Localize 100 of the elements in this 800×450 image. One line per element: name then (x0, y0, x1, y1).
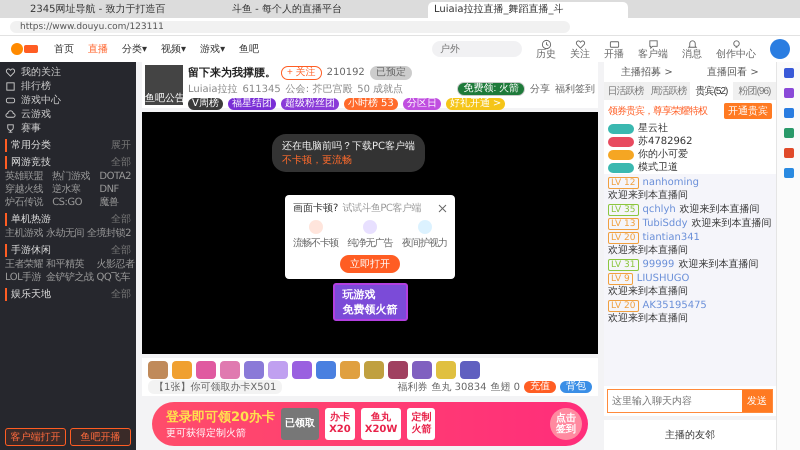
category-link[interactable]: 全境封锁2 (87, 227, 131, 240)
rank-tab[interactable]: 周活跃榜 (647, 82, 690, 100)
nav-link[interactable]: 分类▾ (122, 42, 148, 56)
avatar-label: 鱼吧 (145, 92, 165, 105)
vip-name: 你的小可爱 (638, 148, 688, 161)
more-link[interactable]: 全部 (111, 213, 131, 226)
bell-icon (686, 38, 698, 50)
sidebar-link[interactable]: 我的关注 (5, 66, 131, 79)
rank-tab[interactable]: 日活跃榜 (604, 82, 647, 100)
category-link[interactable]: 金铲铲之战 (46, 271, 94, 284)
room-badge[interactable]: 分区日 (402, 98, 441, 110)
nav-link[interactable]: 鱼吧 (239, 42, 260, 56)
panel-link[interactable]: 直播回看 > (707, 65, 759, 79)
category-link[interactable]: 穿越火线 (5, 183, 43, 196)
category-link[interactable]: 主机游戏 (5, 227, 43, 240)
browser-tab[interactable]: Luiaia拉拉直播_舞蹈直播_斗 (428, 2, 628, 18)
section-title: 单机热游 (11, 213, 51, 226)
category-link[interactable]: 热门游戏 (52, 170, 90, 183)
level-tag: LV 31 (608, 258, 638, 270)
room-badge[interactable]: 小时榜 53 (344, 98, 398, 110)
heart-icon (574, 38, 586, 50)
chat-user[interactable]: 99999 (642, 258, 674, 271)
sidebar-link[interactable]: 赛事 (5, 122, 131, 135)
panel-link[interactable]: 主播招募 > (621, 65, 673, 79)
category-link[interactable]: CS:GO (52, 196, 90, 209)
vip-promo-text: 领券贵宾，尊享荣耀特权 (608, 104, 707, 118)
free-rocket-button[interactable]: 免费领: 火箭 (457, 82, 525, 96)
toolbar-label[interactable]: 历史 (536, 50, 556, 60)
room-badge[interactable]: V周榜 (188, 98, 223, 110)
bubble-text: 还在电脑前吗？下载PC客户端 (282, 140, 416, 153)
rank-tab[interactable]: 贵宾(52) (690, 82, 733, 100)
chat-user[interactable]: TubiSddy (642, 217, 688, 230)
sidebar-link[interactable]: 游戏中心 (5, 94, 131, 107)
game-promo[interactable]: 玩游戏 免费领火箭 (332, 283, 408, 321)
toolbar-label[interactable]: 消息 (682, 50, 702, 60)
sidebar-button[interactable]: 客户端打开 (5, 428, 66, 446)
share-link[interactable]: 分享 (530, 82, 550, 96)
dialog-subtitle: 试试斗鱼PC客户端 (342, 202, 421, 215)
friends-title: 主播的友邻 (665, 428, 715, 442)
chat-message: 欢迎来到本直播间 (608, 189, 688, 202)
browser-tab[interactable]: 斗鱼 - 每个人的直播平台 (226, 2, 426, 18)
browser-tab[interactable]: 2345网址导航 - 致力于打造百 (24, 2, 224, 18)
chat-message: 欢迎来到本直播间 (608, 312, 688, 325)
category-link[interactable]: 炉石传说 (5, 196, 43, 209)
subscribe-button[interactable]: 已预定 (370, 66, 412, 80)
category-link[interactable]: QQ飞车 (96, 271, 134, 284)
room-badge[interactable]: 超级粉丝团 (280, 98, 339, 110)
category-link[interactable]: 王者荣耀 (5, 258, 43, 271)
bag-button[interactable]: 背包 (560, 380, 592, 392)
nav-link[interactable]: 直播 (88, 42, 108, 56)
category-link[interactable]: 英雄联盟 (5, 170, 43, 183)
section-title: 常用分类 (11, 139, 51, 152)
promo-banner[interactable]: 登录即可领20办卡 更可获得定制火箭 已领取 办卡 X20 鱼丸 X20W 定制 火箭 点击 签到 (152, 402, 588, 446)
more-link[interactable]: 全部 (111, 244, 131, 257)
room-badge[interactable]: 福星结团 (228, 98, 276, 110)
category-link[interactable]: DOTA2 (99, 170, 131, 183)
avatar[interactable] (770, 39, 790, 59)
heart-icon (5, 67, 16, 78)
follow-button[interactable]: + 关注 (281, 66, 322, 80)
category-link[interactable]: LOL手游 (5, 271, 43, 284)
rank-tab[interactable]: 粉团(96) (733, 82, 776, 100)
category-link[interactable]: 逆水寒 (52, 183, 90, 196)
level-tag: LV 12 (608, 176, 638, 188)
more-link[interactable]: 全部 (111, 156, 131, 169)
category-link[interactable]: 永劫无间 (46, 227, 84, 240)
level-tag: LV 35 (608, 204, 638, 216)
category-link[interactable]: DNF (99, 183, 131, 196)
address-bar[interactable]: https://www.douyu.com/123111 (10, 20, 570, 32)
reward-card: 鱼丸 X20W (360, 408, 402, 440)
nav-link[interactable]: 游戏▾ (200, 42, 226, 56)
chat-user[interactable]: AK35195475 (642, 299, 707, 312)
nav-link[interactable]: 视频▾ (161, 42, 186, 56)
toolbar-label[interactable]: 创作中心 (716, 50, 756, 60)
vip-name: 模式卫道 (638, 161, 678, 174)
close-button[interactable] (438, 204, 447, 212)
feature-label: 纯净无广告 (348, 236, 392, 250)
more-link[interactable]: 展开 (111, 139, 131, 152)
category-link[interactable]: 魔兽 (99, 196, 131, 209)
chat-user[interactable]: qchlyh (642, 203, 676, 216)
guild-label: 公会: 芥巴宫殿 (286, 82, 352, 96)
toolbar-label[interactable]: 开播 (604, 50, 624, 60)
notice-text: 【1张】你可领取办卡X501 (148, 380, 282, 394)
toolbar-label[interactable]: 关注 (570, 50, 590, 60)
category-link[interactable]: 和平精英 (46, 258, 94, 271)
toolbar-label[interactable]: 客户端 (638, 50, 668, 60)
open-button[interactable]: 立即打开 (340, 255, 400, 273)
checkin-link[interactable]: 福利签到 (555, 82, 595, 96)
coupon-link[interactable]: 福利券 (397, 380, 428, 394)
sidebar-link[interactable]: 排行榜 (5, 80, 131, 93)
sidebar-link[interactable]: 云游戏 (5, 108, 131, 121)
sidebar-button[interactable]: 鱼吧开播 (70, 428, 131, 446)
category-link[interactable]: 火影忍者 (96, 258, 134, 271)
nav-link[interactable]: 首页 (54, 42, 74, 56)
search-field[interactable]: 户外 (432, 41, 522, 57)
recharge-button[interactable]: 充值 (524, 380, 556, 392)
chat-user[interactable]: nanhoming (642, 176, 699, 189)
follower-count: 210192 (326, 67, 365, 78)
chat-user[interactable]: LIUSHUGO (636, 272, 690, 285)
chat-user[interactable]: tiantian341 (642, 231, 700, 244)
more-link[interactable]: 全部 (111, 288, 131, 301)
